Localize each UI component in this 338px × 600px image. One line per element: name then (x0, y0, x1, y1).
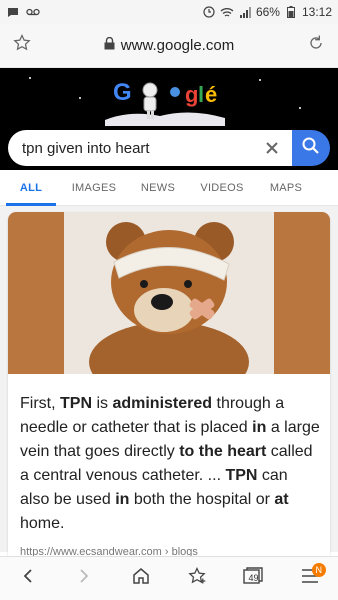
clear-icon[interactable] (262, 138, 282, 158)
snippet-highlight: administered (112, 395, 213, 412)
tab-count: 49 (248, 572, 259, 583)
notification-badge: N (311, 562, 326, 577)
voicemail-icon (26, 6, 40, 18)
wifi-icon (220, 6, 234, 18)
clock: 13:12 (301, 5, 332, 19)
home-button[interactable] (121, 559, 161, 599)
tabs-button[interactable]: 49 (233, 559, 273, 599)
url-field[interactable]: www.google.com (32, 36, 306, 54)
snippet-highlight: at (274, 491, 289, 508)
teddy-bear-image (64, 212, 274, 374)
snippet-highlight: in (115, 491, 130, 508)
search-tabs: ALL IMAGES NEWS VIDEOS MAPS (0, 170, 338, 206)
message-icon (6, 6, 20, 18)
search-query: tpn given into heart (22, 139, 150, 157)
tab-news[interactable]: NEWS (126, 170, 190, 206)
svg-text:G: G (113, 79, 132, 106)
back-icon (20, 568, 36, 589)
source-url[interactable]: https://www.ecsandwear.com › blogs (20, 546, 198, 556)
bookmarks-button[interactable] (177, 559, 217, 599)
tab-videos[interactable]: VIDEOS (190, 170, 254, 206)
bookmarks-icon (187, 566, 207, 591)
snippet-fragment: both the hospital or (129, 491, 275, 508)
star-icon[interactable] (12, 33, 32, 58)
lock-icon (104, 36, 115, 54)
back-button[interactable] (8, 559, 48, 599)
tab-maps[interactable]: MAPS (254, 170, 318, 206)
svg-text:l: l (198, 82, 204, 107)
search-icon (301, 136, 321, 161)
snippet-highlight: to the heart (179, 443, 267, 460)
address-bar: www.google.com (0, 24, 338, 68)
reload-icon[interactable] (306, 33, 326, 58)
snippet-highlight: TPN (225, 467, 258, 484)
signal-icon (238, 6, 252, 18)
snippet-text: First, TPN is administered through a nee… (20, 392, 320, 536)
search-row: tpn given into heart (0, 126, 338, 170)
search-button[interactable] (292, 130, 330, 166)
search-input[interactable]: tpn given into heart (8, 130, 292, 166)
snippet-fragment: is (92, 395, 113, 412)
battery-icon (284, 6, 298, 18)
bottom-navigation: 49 N (0, 556, 338, 600)
battery-percent: 66% (255, 5, 280, 19)
snippet-image[interactable] (8, 212, 330, 374)
home-icon (132, 567, 150, 590)
url-text: www.google.com (120, 37, 235, 54)
forward-button[interactable] (64, 559, 104, 599)
svg-text:é: é (205, 82, 217, 107)
snippet-fragment: First, (20, 395, 60, 412)
forward-icon (76, 568, 92, 589)
status-bar: 66% 13:12 (0, 0, 338, 24)
menu-button[interactable]: N (290, 559, 330, 599)
featured-snippet-card[interactable]: First, TPN is administered through a nee… (8, 212, 330, 556)
tab-all[interactable]: ALL (0, 170, 62, 206)
google-doodle[interactable]: G g l é (0, 68, 338, 126)
svg-text:g: g (185, 82, 198, 107)
snippet-highlight: TPN (60, 395, 92, 412)
snippet-highlight: in (252, 419, 267, 436)
tab-images[interactable]: IMAGES (62, 170, 126, 206)
sync-icon (202, 6, 216, 18)
snippet-fragment: home. (20, 515, 65, 532)
